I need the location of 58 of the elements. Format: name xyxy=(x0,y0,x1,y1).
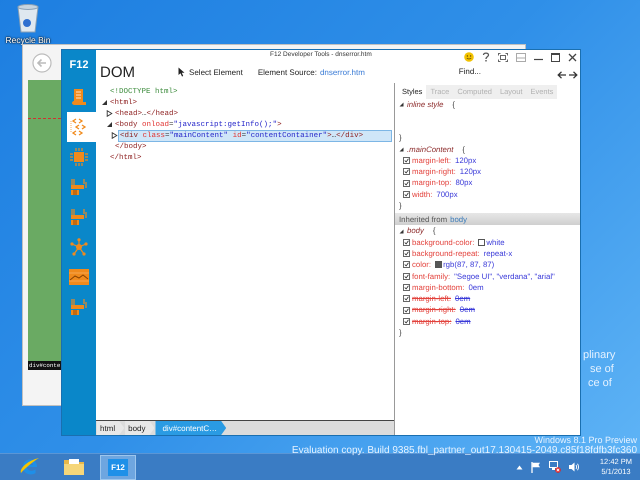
background-text: se of xyxy=(590,362,615,376)
background-text: ce of xyxy=(588,376,613,390)
smiley-icon[interactable] xyxy=(464,52,474,62)
scroll-icon xyxy=(71,88,87,106)
checkbox[interactable] xyxy=(403,250,410,258)
hub-icon xyxy=(70,238,88,256)
bars-icon xyxy=(70,298,88,316)
breadcrumb[interactable]: html xyxy=(97,421,124,435)
network-error-icon[interactable] xyxy=(548,461,561,473)
expand-arrow-icon[interactable] xyxy=(101,99,108,106)
breadcrumb[interactable]: div#contentC… xyxy=(155,421,226,435)
bars-icon xyxy=(70,178,88,196)
panel-heading: DOM xyxy=(100,64,136,80)
background-text: plinary xyxy=(583,348,616,362)
checkbox[interactable] xyxy=(403,306,410,314)
expand-arrow-icon[interactable] xyxy=(106,110,113,117)
bars-icon xyxy=(70,208,88,226)
cursor-icon xyxy=(178,67,185,77)
taskbar-button[interactable]: F12 xyxy=(100,454,136,480)
app-logo: F12 xyxy=(70,59,88,71)
recycle-bin-icon[interactable] xyxy=(16,3,40,33)
devtools-app-icon: F12 xyxy=(108,458,128,476)
checkbox[interactable] xyxy=(403,272,410,280)
fullscreen-icon[interactable] xyxy=(498,52,508,62)
checkbox[interactable] xyxy=(403,168,410,176)
expand-arrow-icon[interactable] xyxy=(399,102,404,108)
expand-arrow-icon[interactable] xyxy=(399,146,404,152)
expand-arrow-icon[interactable] xyxy=(399,228,404,234)
back-arrow-icon[interactable] xyxy=(557,71,566,79)
folder-icon xyxy=(63,457,85,477)
checkbox[interactable] xyxy=(403,157,410,164)
close-icon[interactable] xyxy=(568,52,577,62)
show-hidden-icons-icon[interactable] xyxy=(516,464,523,470)
element-source-link[interactable]: dnserror.htm xyxy=(320,68,365,76)
flag-icon[interactable] xyxy=(530,462,541,472)
checkbox[interactable] xyxy=(403,261,410,268)
os-notice: Windows 8.1 Pro Preview xyxy=(534,436,637,445)
select-element-button[interactable]: Select Element xyxy=(178,67,243,77)
expand-arrow-icon[interactable] xyxy=(111,132,118,139)
element-source-label: Element Source: xyxy=(258,68,317,76)
os-notice: Evaluation copy. Build 9385.fbl_partner_out17.130415-2049.c85f18fdfb3fc360 xyxy=(292,446,637,455)
desktop-icon-label[interactable]: Recycle Bin xyxy=(6,35,50,45)
checkbox[interactable] xyxy=(403,284,410,291)
checkbox[interactable] xyxy=(403,318,410,325)
find-button[interactable]: Find... xyxy=(458,66,481,76)
checkbox[interactable] xyxy=(403,190,410,198)
graph-icon xyxy=(69,268,89,286)
forward-arrow-icon[interactable] xyxy=(569,71,578,79)
help-icon[interactable] xyxy=(482,52,490,62)
maximize-icon[interactable] xyxy=(551,52,560,62)
expand-arrow-icon[interactable] xyxy=(106,121,113,128)
breadcrumb[interactable]: body xyxy=(125,421,154,435)
code-tags-icon xyxy=(70,118,88,136)
speaker-icon[interactable] xyxy=(568,462,580,472)
chip-icon xyxy=(70,148,88,166)
checkbox[interactable] xyxy=(403,295,410,302)
checkbox[interactable] xyxy=(403,238,410,246)
checkbox[interactable] xyxy=(403,180,410,187)
